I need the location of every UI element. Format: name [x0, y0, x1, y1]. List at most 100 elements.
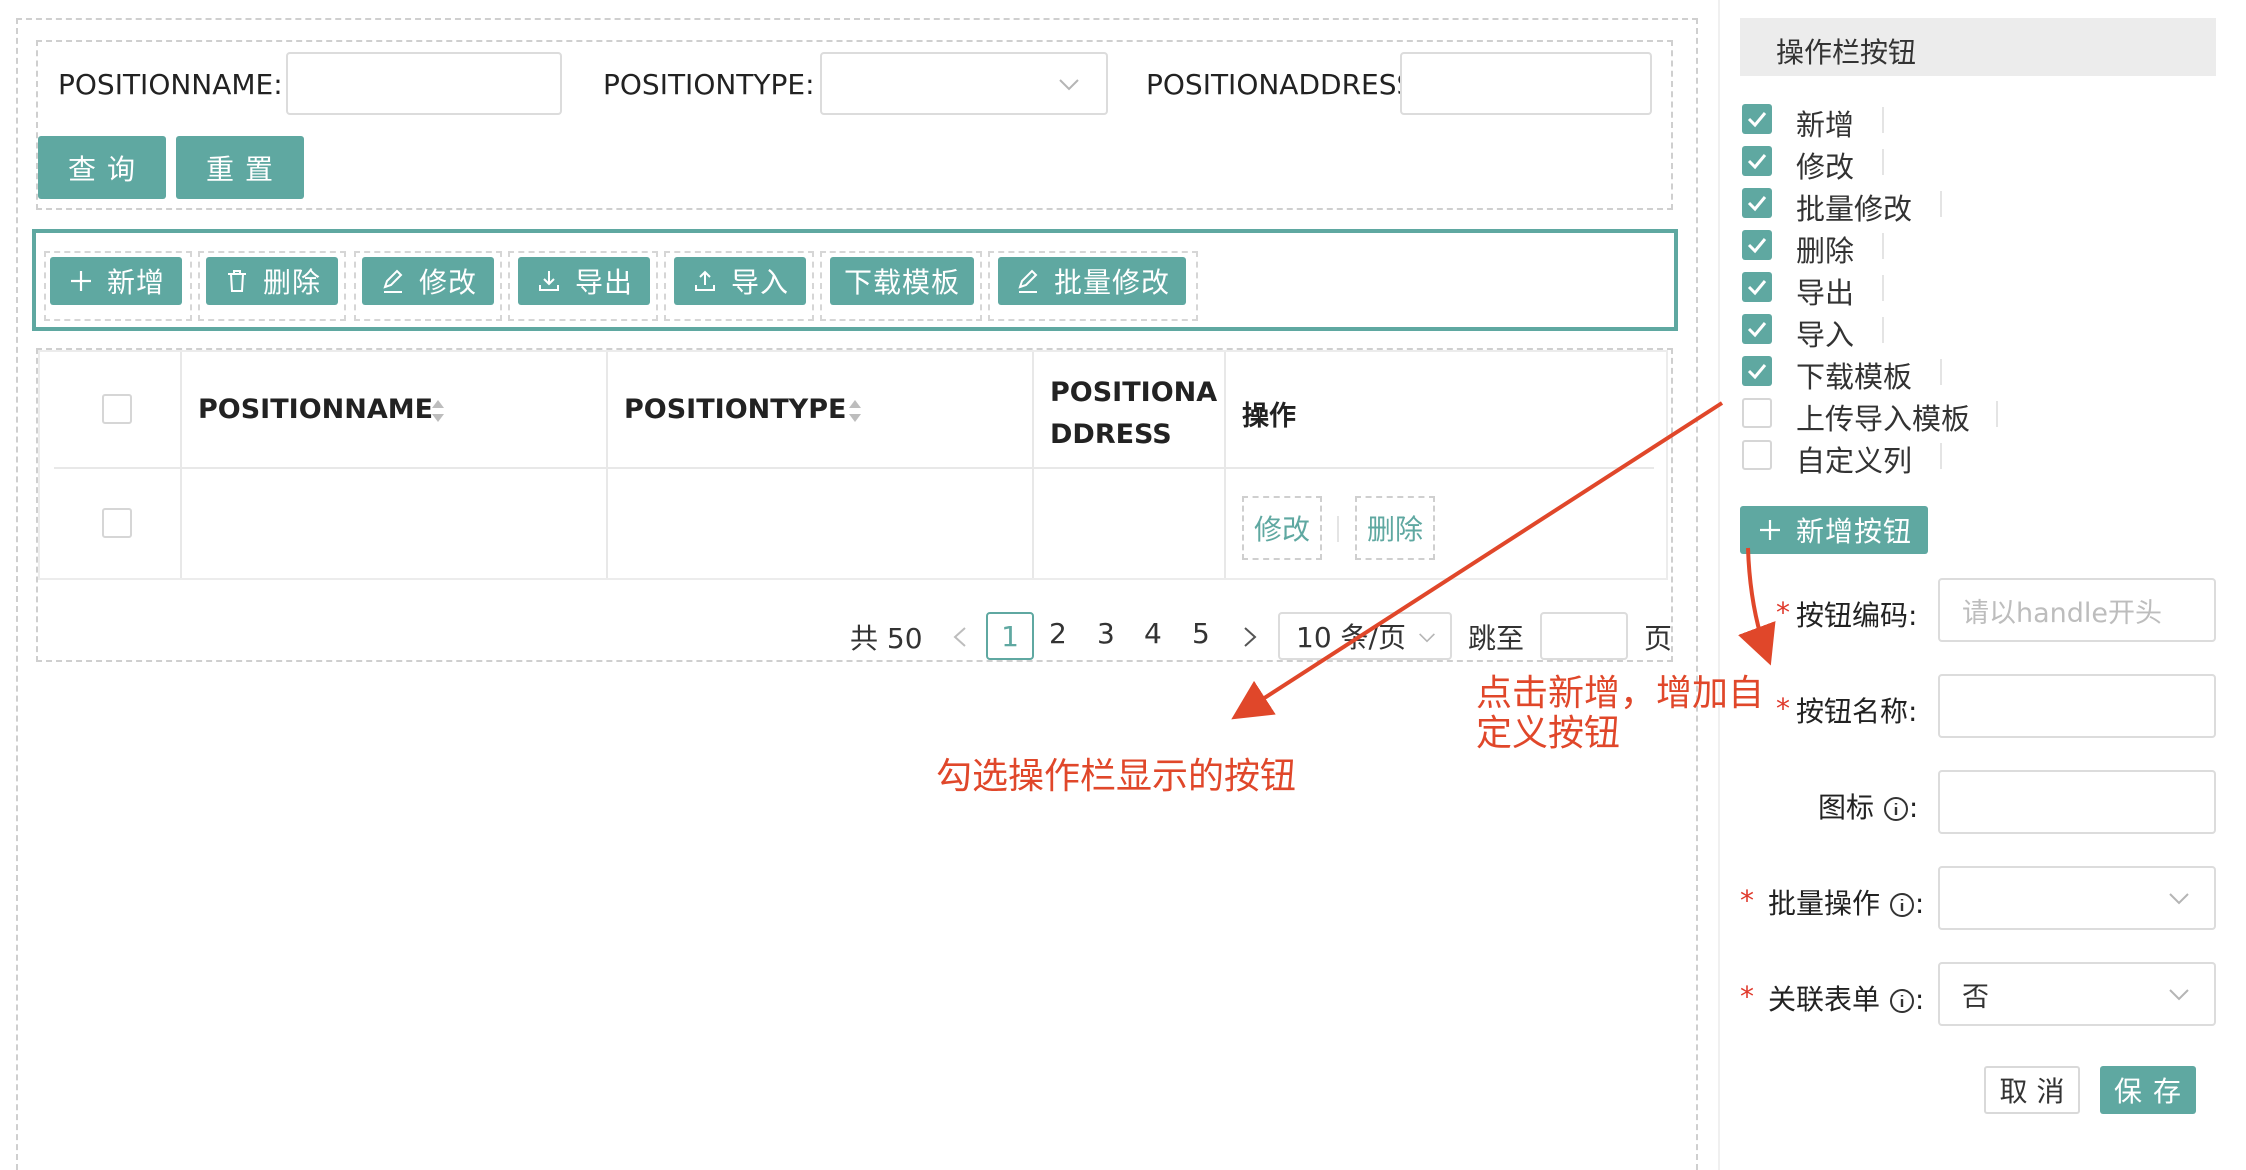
- edit-button[interactable]: 修改: [362, 257, 494, 305]
- button-code-input[interactable]: 请以handle开头: [1938, 578, 2216, 642]
- checkbox-label: 上传导入模板: [1796, 402, 1971, 436]
- add-custom-button-label: 新增按钮: [1795, 515, 1912, 548]
- add-button-label: 新增: [106, 266, 165, 299]
- column-header-positionname[interactable]: POSITIONNAME: [198, 394, 433, 425]
- panel-title: 操作栏按钮: [1776, 36, 1917, 69]
- option-divider: [1882, 107, 1884, 133]
- checkbox-label: 下载模板: [1796, 360, 1913, 394]
- icon-label: 图标 :: [1818, 786, 1918, 826]
- button-name-input[interactable]: [1938, 674, 2216, 738]
- batch-edit-button[interactable]: 批量修改: [998, 257, 1186, 305]
- option-divider: [1940, 359, 1942, 385]
- positiontype-select[interactable]: [820, 52, 1108, 115]
- label-colon: :: [1914, 887, 1925, 920]
- button-name-label: 按钮名称:: [1796, 695, 1918, 728]
- check-icon: [1747, 154, 1767, 170]
- info-icon[interactable]: [1883, 796, 1909, 822]
- checkbox-export[interactable]: [1742, 272, 1772, 302]
- check-icon: [1747, 196, 1767, 212]
- column-header-line: POSITIONA: [1050, 377, 1218, 408]
- upload-icon: [694, 270, 715, 291]
- checkbox-label: 删除: [1796, 234, 1855, 268]
- pagination-total: 共 50: [850, 622, 923, 655]
- related-form-select[interactable]: 否: [1938, 962, 2216, 1026]
- save-button-label: 保 存: [2114, 1075, 2182, 1108]
- add-button[interactable]: 新增: [50, 257, 182, 305]
- sort-icon[interactable]: [430, 398, 446, 424]
- page-size-value: 10 条/页: [1296, 621, 1406, 654]
- cancel-button[interactable]: 取 消: [1984, 1066, 2080, 1114]
- import-button[interactable]: 导入: [674, 257, 806, 305]
- positionaddress-input[interactable]: [1400, 52, 1652, 115]
- icon-input[interactable]: [1938, 770, 2216, 834]
- pagination-page-current[interactable]: 1: [986, 612, 1034, 660]
- option-divider: [1996, 401, 1998, 427]
- pagination-page-label: 1: [1001, 619, 1019, 653]
- checkbox-add[interactable]: [1742, 104, 1772, 134]
- export-button[interactable]: 导出: [518, 257, 650, 305]
- checkbox-upload-template[interactable]: [1742, 398, 1772, 428]
- row-delete-link[interactable]: 删除: [1355, 496, 1435, 560]
- positiontype-label: POSITIONTYPE:: [603, 68, 815, 101]
- jump-label: 跳至: [1468, 622, 1525, 655]
- info-icon[interactable]: [1889, 892, 1915, 918]
- column-header-positiontype[interactable]: POSITIONTYPE: [624, 394, 846, 425]
- delete-button-label: 删除: [262, 266, 321, 299]
- annotation-add-note: 点击新增，增加自 定义按钮: [1476, 674, 1764, 754]
- page-suffix: 页: [1644, 622, 1673, 655]
- chevron-left-icon[interactable]: [952, 626, 968, 648]
- checkbox-custom-columns[interactable]: [1742, 440, 1772, 470]
- edit-icon: [1018, 269, 1038, 293]
- option-divider: [1940, 443, 1942, 469]
- pagination-page[interactable]: 4: [1144, 617, 1162, 650]
- required-asterisk: *: [1776, 596, 1790, 629]
- add-custom-button[interactable]: 新增按钮: [1740, 506, 1928, 554]
- trash-icon: [227, 270, 246, 292]
- select-all-checkbox[interactable]: [102, 394, 132, 424]
- reset-button[interactable]: 重 置: [176, 136, 304, 199]
- header-divider: [54, 467, 1654, 469]
- row-edit-link[interactable]: 修改: [1242, 496, 1322, 560]
- checkbox-edit[interactable]: [1742, 146, 1772, 176]
- check-icon: [1747, 364, 1767, 380]
- positionname-input[interactable]: [286, 52, 562, 115]
- row-checkbox[interactable]: [102, 508, 132, 538]
- option-divider: [1882, 233, 1884, 259]
- chevron-down-icon: [2169, 989, 2189, 1001]
- jump-page-input[interactable]: [1540, 612, 1628, 660]
- download-template-button[interactable]: 下载模板: [830, 257, 974, 305]
- checkbox-batch-edit[interactable]: [1742, 188, 1772, 218]
- pagination-page[interactable]: 2: [1049, 617, 1067, 650]
- column-header-positionaddress: POSITIONA DDRESS: [1050, 372, 1217, 456]
- pagination-page[interactable]: 5: [1192, 617, 1210, 650]
- required-asterisk: *: [1740, 884, 1754, 917]
- checkbox-import[interactable]: [1742, 314, 1772, 344]
- checkbox-download-template[interactable]: [1742, 356, 1772, 386]
- info-icon[interactable]: [1889, 988, 1915, 1014]
- positionaddress-label: POSITIONADDRESS:: [1146, 68, 1401, 101]
- pagination-page[interactable]: 3: [1097, 617, 1115, 650]
- plus-icon: [70, 271, 91, 291]
- related-form-label: 关联表单 :: [1768, 978, 1924, 1018]
- button-code-placeholder: 请以handle开头: [1962, 597, 2163, 629]
- sort-icon[interactable]: [847, 398, 863, 424]
- checkbox-delete[interactable]: [1742, 230, 1772, 260]
- check-icon: [1747, 322, 1767, 338]
- required-asterisk: *: [1776, 692, 1790, 725]
- chevron-down-icon: [1059, 79, 1079, 91]
- save-button[interactable]: 保 存: [2100, 1066, 2196, 1114]
- checkbox-label: 自定义列: [1796, 444, 1913, 478]
- col-divider: [606, 352, 608, 578]
- checkbox-label: 新增: [1796, 108, 1855, 142]
- option-divider: [1882, 275, 1884, 301]
- chevron-right-icon[interactable]: [1242, 626, 1258, 648]
- delete-button[interactable]: 删除: [206, 257, 338, 305]
- cancel-button-label: 取 消: [1999, 1075, 2065, 1108]
- plus-icon: [1759, 520, 1780, 540]
- query-button[interactable]: 查 询: [38, 136, 166, 199]
- col-divider: [180, 352, 182, 578]
- batch-operation-select[interactable]: [1938, 866, 2216, 930]
- checkbox-label: 批量修改: [1796, 192, 1913, 226]
- action-divider: [1337, 516, 1339, 542]
- page-size-select[interactable]: 10 条/页: [1278, 612, 1452, 660]
